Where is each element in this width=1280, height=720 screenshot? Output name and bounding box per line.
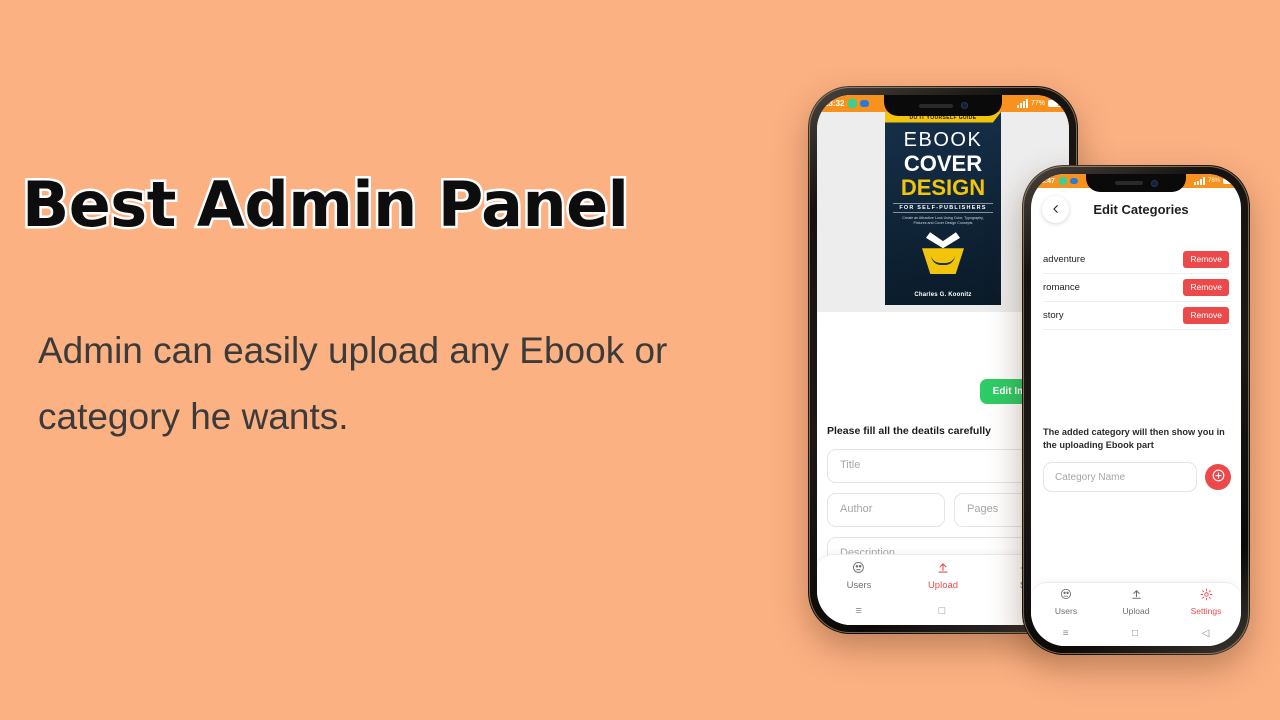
settings-gear-icon [1200,588,1213,603]
tab-upload[interactable]: Upload [901,555,985,596]
tab-settings[interactable]: Settings [1171,583,1241,620]
android-recents-button[interactable]: ≡ [1063,628,1069,639]
chip-blue-icon [1069,178,1078,184]
book-pages-shape [926,232,960,249]
phone1-status-right-icons: 77% [1016,99,1062,108]
android-home-button[interactable]: □ [1132,628,1138,639]
android-back-button[interactable]: ◁ [1202,628,1210,639]
tab-users[interactable]: Users [1031,583,1101,620]
signal-bars-icon [1016,99,1028,108]
tab-upload-label: Upload [927,579,959,591]
android-recents-button[interactable]: ≡ [855,605,861,617]
page-title: Edit Categories [1093,201,1189,217]
phone2-status-left-icons [1055,177,1078,185]
marketing-text-pane: Best Admin Panel Admin can easily upload… [0,0,760,720]
page-title: Best Admin Panel [19,166,631,244]
upload-icon [1130,588,1143,603]
chip-green-icon [1058,177,1067,185]
earpiece-speaker [1114,181,1143,185]
phone2-notch [1086,174,1186,192]
author-input[interactable]: Author [827,493,945,527]
android-home-button[interactable]: □ [939,605,946,617]
phone2-android-navbar: ≡ □ ◁ [1031,620,1241,646]
front-camera-icon [960,102,968,109]
phone-mockup-categories: 13:47 76% Edit Categories adventure Remo… [1022,165,1250,655]
tab-settings-label: Settings [1190,605,1222,616]
phone2-status-right-icons: 76% [1193,177,1235,185]
category-row: romance Remove [1043,274,1229,302]
phone2-screen: 13:47 76% Edit Categories adventure Remo… [1031,174,1241,646]
earpiece-speaker [918,103,953,108]
book-author-name: Charles G. Koonitz [914,292,972,298]
book-title-line1: EBOOK [903,128,983,151]
phone2-battery-label: 76% [1207,178,1220,184]
battery-icon [1223,178,1235,184]
chip-green-icon [848,99,858,108]
phone1-status-time: 13:32 [824,99,845,108]
remove-category-button[interactable]: Remove [1183,279,1229,296]
users-icon [1060,588,1073,603]
users-icon [852,561,866,577]
category-row: adventure Remove [1043,246,1229,274]
phone1-notch [884,95,1002,116]
tab-upload-label: Upload [1122,605,1150,616]
phone2-header: Edit Categories [1031,188,1241,230]
phone2-status-time: 13:47 [1037,177,1055,185]
category-name-input[interactable]: Category Name [1043,462,1197,492]
plus-circle-icon [1211,468,1226,486]
open-book-logo-icon [919,232,967,275]
category-name: romance [1043,282,1080,293]
category-hint-text: The added category will then show you in… [1043,427,1225,450]
front-camera-icon [1150,179,1158,187]
battery-icon [1048,100,1062,107]
tab-users[interactable]: Users [817,555,901,596]
tab-users-label: Users [1054,605,1078,616]
page-subtitle: Admin can easily upload any Ebook or cat… [38,330,668,437]
book-title-line2: COVER [903,150,983,176]
phone1-battery-label: 77% [1030,100,1045,107]
upload-icon [936,561,950,577]
add-category-button[interactable] [1205,464,1231,490]
tab-upload[interactable]: Upload [1101,583,1171,620]
remove-category-button[interactable]: Remove [1183,251,1229,268]
book-fine-print: Create an Attractive Look Using Color, T… [902,215,984,225]
category-name: adventure [1043,254,1086,265]
chip-blue-icon [860,100,870,107]
signal-bars-icon [1193,177,1205,185]
category-name: story [1043,310,1064,321]
book-subtitle: FOR SELF-PUBLISHERS [893,202,993,213]
form-instruction-text: Please fill all the deatils carefully [827,425,991,437]
chevron-left-icon [1051,202,1061,217]
phone2-bottom-tab-bar: Users Upload Settings [1031,582,1241,620]
book-title-line3: DESIGN [900,174,986,200]
tab-users-label: Users [846,579,872,591]
back-button[interactable] [1042,195,1069,223]
book-cover-image: DO IT YOURSELF GUIDE EBOOK COVER DESIGN … [885,112,1001,305]
remove-category-button[interactable]: Remove [1183,307,1229,324]
phone1-status-left-icons [844,99,870,108]
add-category-row: Category Name [1043,462,1231,492]
category-row: story Remove [1043,302,1229,330]
